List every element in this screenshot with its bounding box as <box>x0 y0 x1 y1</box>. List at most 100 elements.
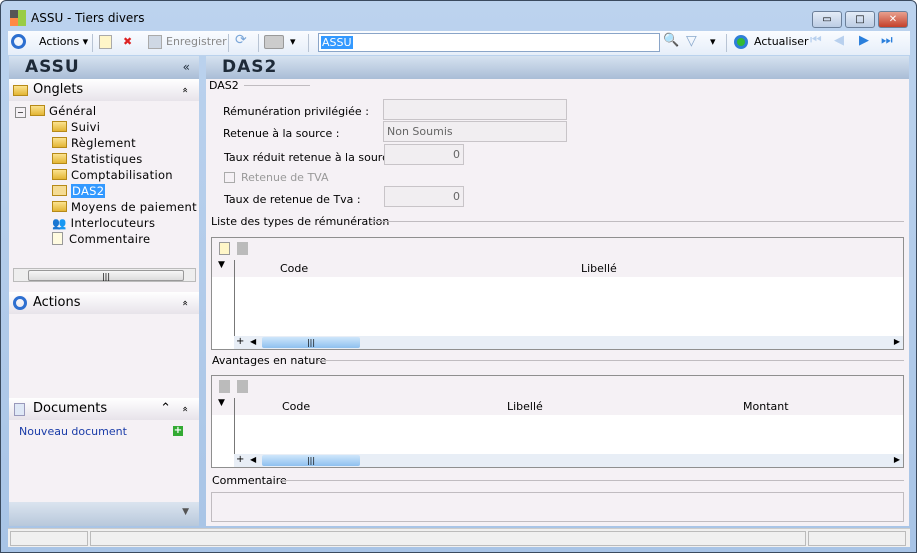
minimize-section-icon[interactable]: ⌃ <box>160 398 171 420</box>
save-button[interactable]: Enregistrer <box>166 35 227 48</box>
remuneration-types-grid: ▼ Code Libellé + ◀ ||| ▶ <box>211 237 904 350</box>
collapse-section-icon[interactable]: » <box>175 300 197 306</box>
main-header: DAS2 <box>206 56 909 79</box>
divider <box>281 480 904 481</box>
next-record-icon[interactable]: ▶ <box>859 33 869 48</box>
documents-section-header[interactable]: Documents ⌃ » <box>9 398 199 420</box>
divider <box>244 85 310 86</box>
actions-section-header[interactable]: Actions » <box>9 292 199 314</box>
previous-record-icon[interactable]: ◀ <box>834 33 844 48</box>
grid-toolbar <box>212 376 903 398</box>
delete-icon[interactable]: ✖ <box>123 35 132 48</box>
last-record-icon[interactable]: ⏭ <box>881 33 893 48</box>
sync-icon[interactable]: ⟳ <box>235 32 247 48</box>
first-record-icon[interactable]: ⏮ <box>810 33 822 48</box>
scroll-right-icon[interactable]: ▶ <box>894 336 900 348</box>
tree-label: Commentaire <box>69 232 151 246</box>
refresh-icon <box>734 35 748 49</box>
scrollbar-thumb[interactable]: ||| <box>262 455 360 466</box>
folder-icon <box>52 201 67 212</box>
folder-icon <box>52 169 67 180</box>
folder-icon <box>52 121 67 132</box>
column-header-code[interactable]: Code <box>282 400 310 413</box>
scrollbar-thumb[interactable]: ||| <box>28 270 184 281</box>
tree-item-interlocuteurs[interactable]: 👥 Interlocuteurs <box>52 216 155 230</box>
add-icon[interactable]: + <box>236 336 244 348</box>
tree-item-reglement[interactable]: Règlement <box>52 136 136 150</box>
tree-horizontal-scrollbar[interactable]: ||| <box>13 268 196 282</box>
filter-icon[interactable]: ▽ <box>686 33 697 49</box>
column-chooser-icon[interactable]: ▼ <box>218 260 225 270</box>
print-dropdown-icon[interactable]: ▾ <box>290 35 296 48</box>
grid-toolbar <box>212 238 903 260</box>
add-row-icon[interactable] <box>219 242 230 255</box>
new-document-link[interactable]: Nouveau document <box>19 425 127 438</box>
tree-item-das2[interactable]: DAS2 <box>52 184 106 198</box>
tree-label: Suivi <box>71 120 101 134</box>
divider <box>318 360 904 361</box>
retenue-source-label: Retenue à la source : <box>223 127 340 140</box>
collapse-section-icon[interactable]: » <box>175 87 197 93</box>
document-icon <box>14 403 25 416</box>
refresh-button[interactable]: Actualiser <box>754 35 809 48</box>
delete-row-icon <box>237 242 248 255</box>
status-pane <box>10 531 88 546</box>
navigation-pane-footer[interactable]: ▼ <box>9 502 199 526</box>
documents-title: Documents <box>33 401 108 416</box>
grid-header: ▼ Code Libellé Montant <box>212 398 903 455</box>
taux-reduit-field[interactable]: 0 <box>384 144 464 165</box>
column-header-code[interactable]: Code <box>280 262 308 275</box>
taux-tva-label: Taux de retenue de Tva : <box>224 193 361 206</box>
tree-item-moyens-de-paiement[interactable]: Moyens de paiement <box>52 200 197 214</box>
tree-label: Règlement <box>71 136 136 150</box>
filter-dropdown-icon[interactable]: ▾ <box>710 35 716 48</box>
search-input[interactable]: ASSU <box>318 33 660 52</box>
column-header-montant[interactable]: Montant <box>743 400 789 413</box>
add-document-icon[interactable]: + <box>173 426 183 436</box>
taux-reduit-label: Taux réduit retenue à la source : <box>224 151 403 164</box>
collapse-node-icon[interactable]: − <box>15 107 27 118</box>
tree-item-commentaire[interactable]: Commentaire <box>52 232 150 246</box>
column-chooser-icon[interactable]: ▼ <box>218 398 225 408</box>
collapse-section-icon[interactable]: » <box>175 406 197 412</box>
chevron-down-icon[interactable]: ▼ <box>182 507 189 517</box>
scroll-left-icon[interactable]: ◀ <box>250 336 256 348</box>
tree-label: Interlocuteurs <box>70 216 156 230</box>
column-header-libelle[interactable]: Libellé <box>507 400 543 413</box>
tree-item-comptabilisation[interactable]: Comptabilisation <box>52 168 173 182</box>
search-icon[interactable]: 🔍 <box>663 33 679 48</box>
grid-horizontal-scrollbar[interactable]: + ◀ ||| ▶ <box>234 454 903 467</box>
remuneration-field[interactable] <box>383 99 567 120</box>
print-icon[interactable] <box>264 35 284 49</box>
collapse-panel-button[interactable]: « <box>183 56 191 79</box>
scroll-left-icon[interactable]: ◀ <box>250 454 256 466</box>
close-button[interactable]: ✕ <box>878 11 908 28</box>
scrollbar-thumb[interactable]: ||| <box>262 337 360 348</box>
actions-menu-button[interactable]: Actions ▾ <box>39 35 88 48</box>
comment-field[interactable] <box>211 492 904 522</box>
document-icon <box>52 232 63 245</box>
grid-horizontal-scrollbar[interactable]: + ◀ ||| ▶ <box>234 336 903 349</box>
actions-circle-icon <box>13 296 27 310</box>
add-icon[interactable]: + <box>236 454 244 466</box>
separator <box>228 34 229 52</box>
new-icon[interactable] <box>99 35 112 49</box>
app-window: ASSU - Tiers divers ▭ □ ✕ Actions ▾ ✖ En… <box>0 0 917 553</box>
tree-item-general[interactable]: − Général <box>15 104 96 118</box>
tree-item-statistiques[interactable]: Statistiques <box>52 152 143 166</box>
tree-label: Comptabilisation <box>71 168 173 182</box>
scroll-right-icon[interactable]: ▶ <box>894 454 900 466</box>
actions-circle-icon <box>11 34 26 49</box>
column-header-libelle[interactable]: Libellé <box>581 262 617 275</box>
minimize-button[interactable]: ▭ <box>812 11 842 28</box>
onglets-section-header[interactable]: Onglets » <box>9 79 199 101</box>
maximize-button[interactable]: □ <box>845 11 875 28</box>
retenue-tva-checkbox[interactable] <box>224 172 235 183</box>
tree-label: Général <box>48 104 97 118</box>
taux-tva-field[interactable]: 0 <box>384 186 464 207</box>
separator <box>92 34 93 52</box>
actions-title: Actions <box>33 295 81 310</box>
separator <box>726 34 727 52</box>
retenue-source-field[interactable]: Non Soumis <box>383 121 567 142</box>
tree-item-suivi[interactable]: Suivi <box>52 120 100 134</box>
